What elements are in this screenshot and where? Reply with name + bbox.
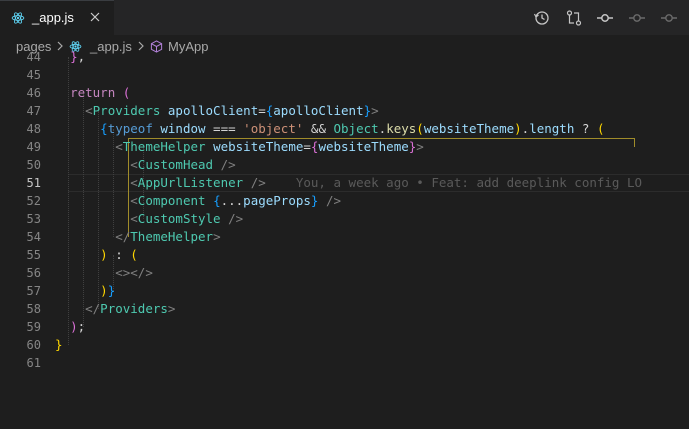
git-commit-next-icon[interactable] xyxy=(660,9,678,27)
line-number: 53 xyxy=(26,212,41,226)
code-line: {typeof window === 'object' && Object.ke… xyxy=(100,121,605,136)
git-blame-annotation: You, a week ago • Feat: add deeplink con… xyxy=(295,175,643,190)
close-icon[interactable] xyxy=(88,10,102,24)
git-commit-icon[interactable] xyxy=(596,9,614,27)
line-number: 47 xyxy=(26,104,41,118)
line-number: 44 xyxy=(26,50,41,64)
code-line: <></> xyxy=(115,265,153,280)
line-number: 51 xyxy=(26,176,41,190)
line-number: 46 xyxy=(26,86,41,100)
line-number: 55 xyxy=(26,248,41,262)
symbol-method-icon xyxy=(150,40,163,53)
code-line: ) : ( xyxy=(100,247,138,262)
line-number: 57 xyxy=(26,284,41,298)
breadcrumb: pages _app.js MyApp xyxy=(0,35,689,57)
code-line: <CustomStyle /> xyxy=(130,211,244,226)
tab-bar: _app.js xyxy=(0,0,689,35)
code-line: <Component {...pageProps} /> xyxy=(130,193,342,208)
code-line: <Providers apolloClient={apolloClient}> xyxy=(85,103,379,118)
git-compare-icon[interactable] xyxy=(565,9,583,27)
line-number: 59 xyxy=(26,320,41,334)
git-commit-prev-icon[interactable] xyxy=(628,9,646,27)
code-line: <CustomHead /> xyxy=(130,157,236,172)
code-line: ); xyxy=(70,319,86,334)
line-number: 50 xyxy=(26,158,41,172)
line-number: 61 xyxy=(26,356,41,370)
code-line: }, xyxy=(70,49,86,64)
react-icon xyxy=(11,11,25,24)
tab-label: _app.js xyxy=(32,10,74,25)
line-number: 49 xyxy=(26,140,41,154)
code-line: <AppUrlListener /> You, a week ago • Fea… xyxy=(130,175,643,190)
code-line: </Providers> xyxy=(85,301,176,316)
history-icon[interactable] xyxy=(533,9,551,27)
tab-app-js[interactable]: _app.js xyxy=(0,0,114,35)
code-line: <ThemeHelper websiteTheme={websiteTheme}… xyxy=(115,139,424,154)
line-number: 48 xyxy=(26,122,41,136)
breadcrumb-symbol[interactable]: MyApp xyxy=(168,39,208,54)
line-number: 52 xyxy=(26,194,41,208)
code-line: )} xyxy=(100,283,116,298)
line-number: 58 xyxy=(26,302,41,316)
line-number: 45 xyxy=(26,68,41,82)
line-number: 60 xyxy=(26,338,41,352)
code-line: </ThemeHelper> xyxy=(115,229,221,244)
breadcrumb-file[interactable]: _app.js xyxy=(90,39,132,54)
code-line: } xyxy=(55,337,63,352)
chevron-right-icon xyxy=(138,41,144,51)
line-number: 54 xyxy=(26,230,41,244)
line-number: 56 xyxy=(26,266,41,280)
code-line: return ( xyxy=(70,85,131,100)
code-editor[interactable]: 44 45 46 47 48 49 50 51 52 53 54 55 56 5… xyxy=(0,49,689,429)
